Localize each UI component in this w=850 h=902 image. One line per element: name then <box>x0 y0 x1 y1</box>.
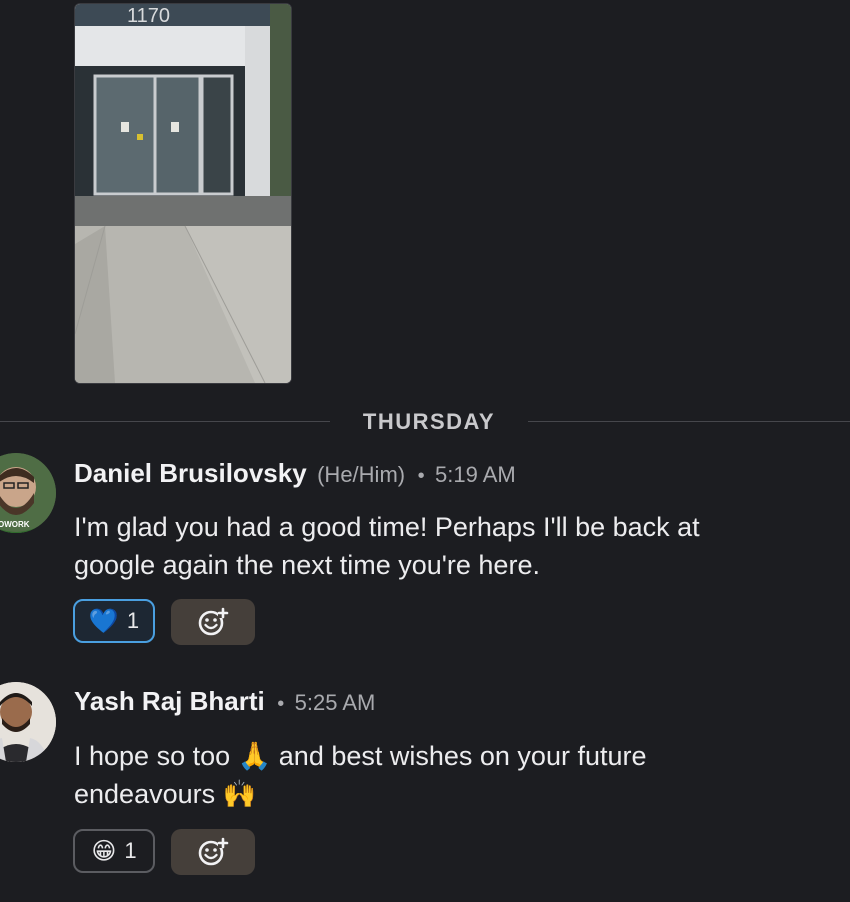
message-timestamp[interactable]: 5:19 AM <box>435 462 516 487</box>
header-separator: • <box>417 465 425 487</box>
author-name[interactable]: Daniel Brusilovsky <box>74 458 307 488</box>
avatar-yash-image <box>0 682 56 762</box>
avatar-daniel-image: OWORK <box>0 453 56 533</box>
add-reaction-smiley-icon <box>198 837 229 866</box>
add-reaction-button[interactable] <box>171 829 255 875</box>
blue-heart-icon: 💙 <box>88 607 119 635</box>
message-text-line: google again the next time you're here. <box>74 550 540 580</box>
reaction-count: 1 <box>124 838 137 863</box>
divider-line-left <box>0 421 330 422</box>
avatar-daniel[interactable]: OWORK <box>0 453 58 533</box>
header-separator: • <box>277 693 285 715</box>
message-text: endeavours <box>74 779 216 809</box>
message-text: I hope so too <box>74 741 231 771</box>
avatar-yash[interactable] <box>0 682 58 762</box>
message-header-daniel: Daniel Brusilovsky (He/Him) • 5:19 AM <box>74 458 516 489</box>
author-name[interactable]: Yash Raj Bharti <box>74 686 265 716</box>
message-text-line: endeavours 🙌 <box>74 775 774 813</box>
message-timestamp[interactable]: 5:25 AM <box>295 690 376 715</box>
message-header-yash: Yash Raj Bharti • 5:25 AM <box>74 686 375 717</box>
message-text-line: I hope so too 🙏 and best wishes on your … <box>74 737 774 775</box>
author-pronouns: (He/Him) <box>317 462 406 487</box>
reaction-count: 1 <box>126 608 140 633</box>
storefront-photo: 1170 <box>75 4 291 383</box>
reaction-blue-heart[interactable]: 💙 1 <box>73 599 155 643</box>
day-divider-label: THURSDAY <box>362 409 496 434</box>
grinning-face-icon: 😁 <box>91 837 117 865</box>
svg-text:OWORK: OWORK <box>0 520 30 529</box>
divider-line-right <box>528 421 850 422</box>
reaction-grinning-face[interactable]: 😁 1 <box>73 829 155 873</box>
message-body-yash: I hope so too 🙏 and best wishes on your … <box>74 737 774 813</box>
add-reaction-button[interactable] <box>171 599 255 645</box>
folded-hands-emoji: 🙏 <box>237 741 272 771</box>
message-text: and best wishes on your future <box>278 741 647 771</box>
add-reaction-smiley-icon <box>198 607 229 636</box>
message-text-line: I'm glad you had a good time! Perhaps I'… <box>74 512 700 542</box>
svg-text:1170: 1170 <box>127 5 170 27</box>
raising-hands-emoji: 🙌 <box>222 779 257 809</box>
message-body-daniel: I'm glad you had a good time! Perhaps I'… <box>74 508 774 584</box>
image-attachment[interactable]: 1170 <box>74 3 292 384</box>
